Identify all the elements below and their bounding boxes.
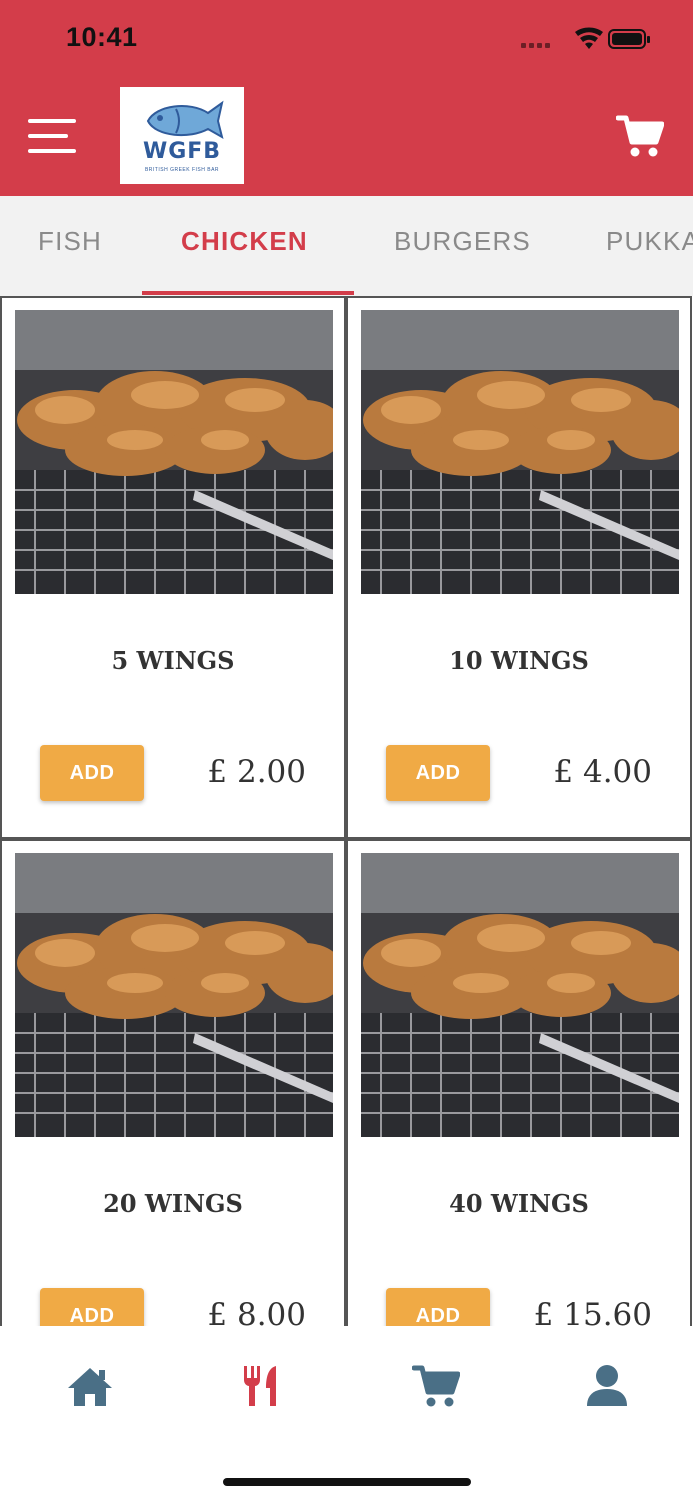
status-icons	[521, 27, 650, 49]
product-name: 5 WINGS	[111, 646, 235, 675]
add-button[interactable]: ADD	[386, 745, 490, 801]
product-card: 5 WINGS ADD £ 2.00	[0, 296, 346, 839]
app-header: 10:41 WGFB BRITISH GREEK FISH BAR	[0, 0, 693, 196]
product-price: £ 2.00	[207, 754, 306, 790]
product-card: 40 WINGS ADD £ 15.60	[346, 839, 692, 1326]
cutlery-icon	[244, 1366, 276, 1406]
logo-tagline: BRITISH GREEK FISH BAR	[144, 167, 220, 173]
nav-menu[interactable]	[236, 1364, 284, 1408]
bottom-nav	[0, 1326, 693, 1500]
category-tabs: FISH CHICKEN BURGERS PUKKA	[0, 196, 693, 296]
nav-home[interactable]	[66, 1364, 114, 1408]
wifi-icon	[575, 27, 603, 49]
product-price: £ 8.00	[207, 1297, 306, 1326]
home-indicator	[223, 1478, 471, 1486]
logo-text: WGFB	[142, 139, 222, 164]
product-card: 20 WINGS ADD £ 8.00	[0, 839, 346, 1326]
product-name: 40 WINGS	[449, 1189, 589, 1218]
product-name: 10 WINGS	[449, 646, 589, 675]
tab-burgers[interactable]: BURGERS	[394, 226, 531, 257]
product-price: £ 4.00	[553, 754, 652, 790]
add-button[interactable]: ADD	[386, 1288, 490, 1326]
battery-icon	[608, 29, 650, 49]
add-button[interactable]: ADD	[40, 745, 144, 801]
user-icon	[587, 1365, 627, 1406]
product-grid: 5 WINGS ADD £ 2.00 10 WINGS ADD £ 4.00 2…	[0, 296, 693, 1326]
cart-icon	[615, 115, 665, 157]
product-image[interactable]	[15, 310, 333, 594]
add-button[interactable]: ADD	[40, 1288, 144, 1326]
product-price: £ 15.60	[533, 1297, 652, 1326]
tab-chicken[interactable]: CHICKEN	[181, 226, 308, 257]
cart-icon	[411, 1365, 461, 1407]
tab-fish[interactable]: FISH	[38, 226, 102, 257]
product-card: 10 WINGS ADD £ 4.00	[346, 296, 692, 839]
signal-icon	[521, 43, 550, 48]
tab-pukka[interactable]: PUKKA	[606, 226, 693, 257]
product-image[interactable]	[361, 853, 679, 1137]
logo[interactable]: WGFB BRITISH GREEK FISH BAR	[120, 87, 244, 184]
home-icon	[68, 1368, 112, 1406]
menu-icon	[28, 119, 76, 153]
nav-profile[interactable]	[583, 1364, 631, 1408]
nav-cart[interactable]	[411, 1364, 461, 1408]
product-name: 20 WINGS	[103, 1189, 243, 1218]
status-time: 10:41	[66, 22, 138, 52]
product-image[interactable]	[361, 310, 679, 594]
menu-button[interactable]	[28, 117, 78, 155]
active-tab-indicator	[142, 291, 354, 295]
header-cart-button[interactable]	[615, 114, 665, 158]
product-image[interactable]	[15, 853, 333, 1137]
